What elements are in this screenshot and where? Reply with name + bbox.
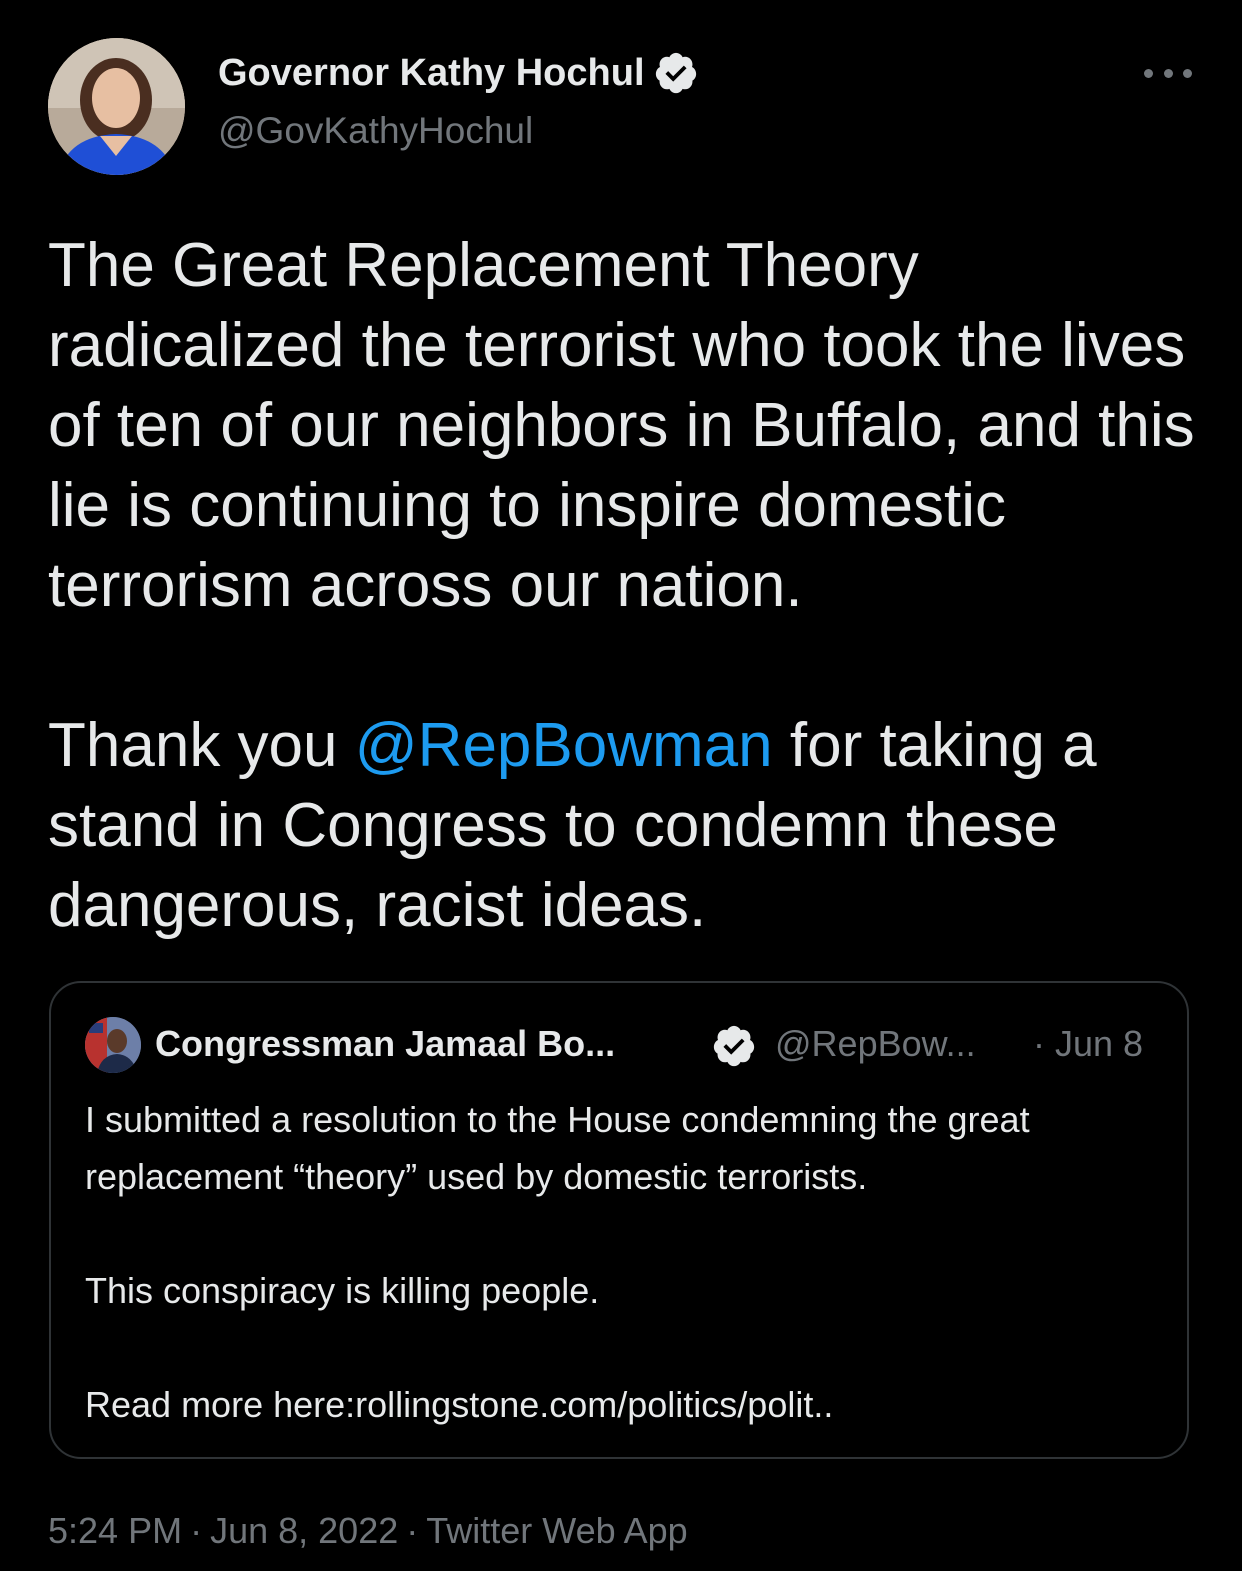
quote-line-3: Read more here:rollingstone.com/politics… bbox=[85, 1376, 1155, 1433]
tweet-source[interactable]: Twitter Web App bbox=[426, 1510, 687, 1551]
tweet-time[interactable]: 5:24 PM bbox=[48, 1510, 182, 1551]
tweet: Governor Kathy Hochul @GovKathyHochul Th… bbox=[0, 0, 1242, 1571]
tweet-paragraph-2-before: Thank you bbox=[48, 711, 355, 780]
verified-badge-icon bbox=[711, 1023, 757, 1069]
tweet-date[interactable]: Jun 8, 2022 bbox=[210, 1510, 398, 1551]
quote-line-1: I submitted a resolution to the House co… bbox=[85, 1099, 1030, 1197]
tweet-paragraph-2: Thank you @RepBowman for taking a stand … bbox=[48, 706, 1208, 946]
author-avatar[interactable] bbox=[48, 38, 185, 175]
author-name-text: Governor Kathy Hochul bbox=[218, 51, 645, 94]
footer-separator: · bbox=[190, 1510, 203, 1551]
footer-separator: · bbox=[406, 1510, 419, 1551]
quote-line-3-prefix: Read more here: bbox=[85, 1384, 356, 1425]
quote-author-avatar bbox=[85, 1017, 141, 1073]
verified-badge-icon bbox=[653, 50, 699, 96]
dot bbox=[1144, 68, 1153, 78]
tweet-footer: 5:24 PM · Jun 8, 2022 · Twitter Web App bbox=[48, 1510, 688, 1552]
author-handle[interactable]: @GovKathyHochul bbox=[218, 110, 533, 152]
tweet-paragraph-1: The Great Replacement Theory radicalized… bbox=[48, 231, 1195, 620]
mention-link[interactable]: @RepBowman bbox=[355, 711, 773, 780]
quote-link[interactable]: rollingstone.com/politics/polit.. bbox=[355, 1384, 833, 1425]
more-options-icon[interactable] bbox=[1144, 58, 1192, 88]
quote-author-name: Congressman Jamaal Bo... bbox=[155, 1023, 616, 1064]
dot bbox=[1163, 68, 1173, 78]
tweet-text: The Great Replacement Theory radicalized… bbox=[48, 226, 1208, 946]
dot bbox=[1183, 68, 1192, 78]
author-name[interactable]: Governor Kathy Hochul bbox=[218, 50, 699, 96]
quote-date: · Jun 8 bbox=[1033, 1023, 1144, 1064]
quote-line-2: This conspiracy is killing people. bbox=[85, 1270, 600, 1311]
quoted-tweet[interactable]: Congressman Jamaal Bo... @RepBow... · Ju… bbox=[49, 981, 1189, 1459]
quote-author-handle: @RepBow... bbox=[775, 1023, 976, 1064]
quote-text: I submitted a resolution to the House co… bbox=[85, 1091, 1155, 1433]
